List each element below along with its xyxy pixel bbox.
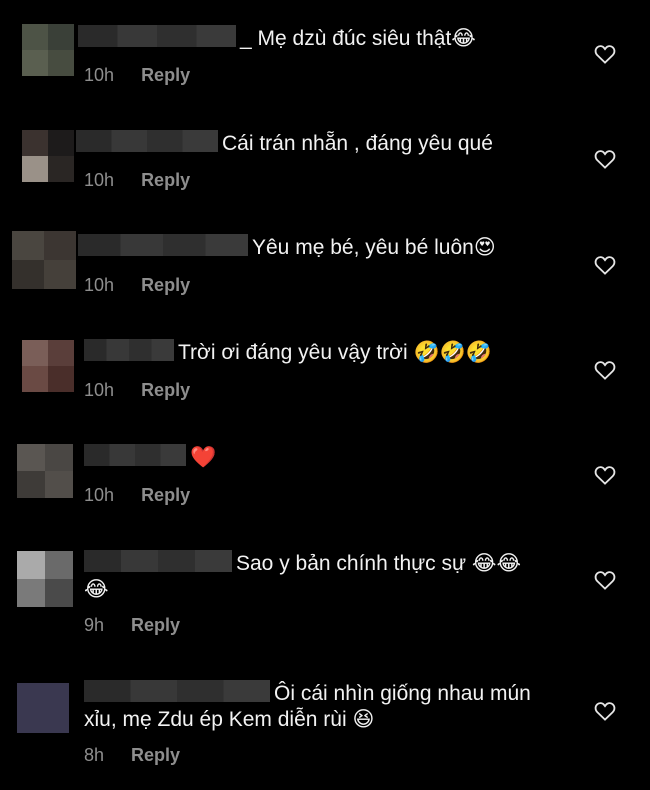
- comment-time: 10h: [84, 170, 115, 190]
- comment-text: _ Mẹ dzù đúc siêu thật😂: [240, 27, 476, 50]
- comment-time: 10h: [84, 485, 115, 505]
- heart-icon[interactable]: [594, 570, 616, 590]
- comment-time: 10h: [84, 380, 115, 400]
- heart-icon[interactable]: [594, 465, 616, 485]
- comment-time: 8h: [84, 745, 105, 765]
- avatar[interactable]: [12, 231, 76, 289]
- heart-icon[interactable]: [594, 255, 616, 275]
- username-blurred[interactable]: [84, 550, 232, 573]
- avatar[interactable]: [22, 24, 74, 76]
- comment-time: 10h: [84, 65, 115, 85]
- comment-time: 9h: [84, 615, 105, 635]
- username-blurred[interactable]: [76, 130, 218, 153]
- comment-text: Yêu mẹ bé, yêu bé luôn😍: [252, 236, 496, 259]
- heart-icon[interactable]: [594, 701, 616, 721]
- comment-text-line1: Ôi cái nhìn giống nhau mún: [274, 682, 531, 705]
- username-blurred[interactable]: [78, 234, 248, 257]
- comment-text: Trời ơi đáng yêu vậy trời 🤣🤣🤣: [178, 341, 492, 364]
- avatar[interactable]: [17, 683, 69, 733]
- comment-text-line2: 😂: [84, 578, 109, 601]
- reply-button[interactable]: Reply: [141, 275, 190, 295]
- comment-text-line1: Sao y bản chính thực sự 😂😂: [236, 552, 521, 575]
- comment-text: ❤️: [190, 446, 217, 469]
- username-blurred[interactable]: [84, 444, 186, 467]
- heart-icon[interactable]: [594, 360, 616, 380]
- comment-text-line2: xỉu, mẹ Zdu ép Kem diễn rùi 😆: [84, 708, 375, 731]
- heart-icon[interactable]: [594, 149, 616, 169]
- reply-button[interactable]: Reply: [141, 170, 190, 190]
- reply-button[interactable]: Reply: [131, 615, 180, 635]
- comment-time: 10h: [84, 275, 115, 295]
- reply-button[interactable]: Reply: [141, 485, 190, 505]
- comment-text: Cái trán nhẵn , đáng yêu qué: [222, 132, 493, 155]
- username-blurred[interactable]: [78, 25, 236, 48]
- reply-button[interactable]: Reply: [141, 380, 190, 400]
- avatar[interactable]: [22, 340, 74, 392]
- username-blurred[interactable]: [84, 680, 270, 703]
- username-blurred[interactable]: [84, 339, 174, 362]
- heart-icon[interactable]: [594, 44, 616, 64]
- avatar[interactable]: [17, 551, 73, 607]
- avatar[interactable]: [22, 130, 74, 182]
- reply-button[interactable]: Reply: [141, 65, 190, 85]
- avatar[interactable]: [17, 444, 73, 498]
- reply-button[interactable]: Reply: [131, 745, 180, 765]
